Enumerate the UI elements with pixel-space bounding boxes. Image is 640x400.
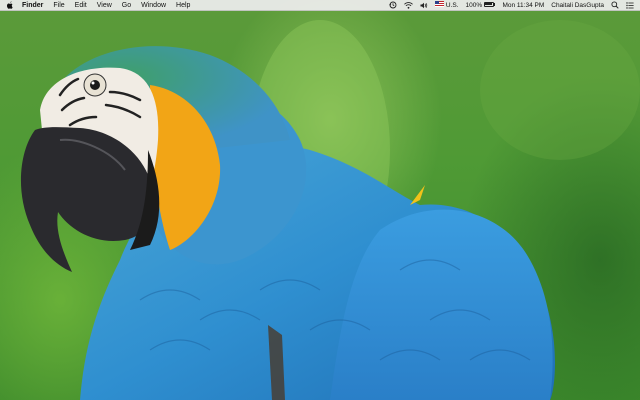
user-account-menu[interactable]: Chaitali DasGupta [551, 0, 604, 11]
battery-percent-label: 100% [465, 1, 483, 9]
macaw-wallpaper-image [20, 20, 640, 400]
wifi-icon[interactable] [404, 0, 413, 11]
us-flag-icon [435, 0, 445, 7]
time-machine-icon[interactable] [389, 0, 397, 11]
menu-go[interactable]: Go [117, 0, 136, 11]
desktop-wallpaper [0, 0, 640, 400]
clock[interactable]: Mon 11:34 PM [502, 0, 544, 11]
menu-view[interactable]: View [92, 0, 117, 11]
list-icon[interactable] [626, 0, 634, 11]
menu-window[interactable]: Window [136, 0, 171, 11]
menu-app-finder[interactable]: Finder [22, 0, 48, 11]
input-source-label: U.S. [445, 1, 459, 9]
search-icon[interactable] [611, 0, 619, 11]
menu-bar: Finder File Edit View Go Window Help U.S… [0, 0, 640, 11]
menu-bar-left: Finder File Edit View Go Window Help [6, 0, 195, 11]
menu-help[interactable]: Help [171, 0, 195, 11]
menu-bar-status-area: U.S. 100% Mon 11:34 PM Chaitali DasGupta [389, 0, 634, 11]
menu-edit[interactable]: Edit [70, 0, 92, 11]
volume-icon[interactable] [420, 0, 428, 11]
battery-menu[interactable]: 100% [466, 0, 496, 11]
menu-file[interactable]: File [48, 0, 69, 11]
apple-icon[interactable] [6, 0, 14, 10]
battery-icon [483, 1, 496, 7]
input-source-menu[interactable]: U.S. [435, 0, 459, 11]
